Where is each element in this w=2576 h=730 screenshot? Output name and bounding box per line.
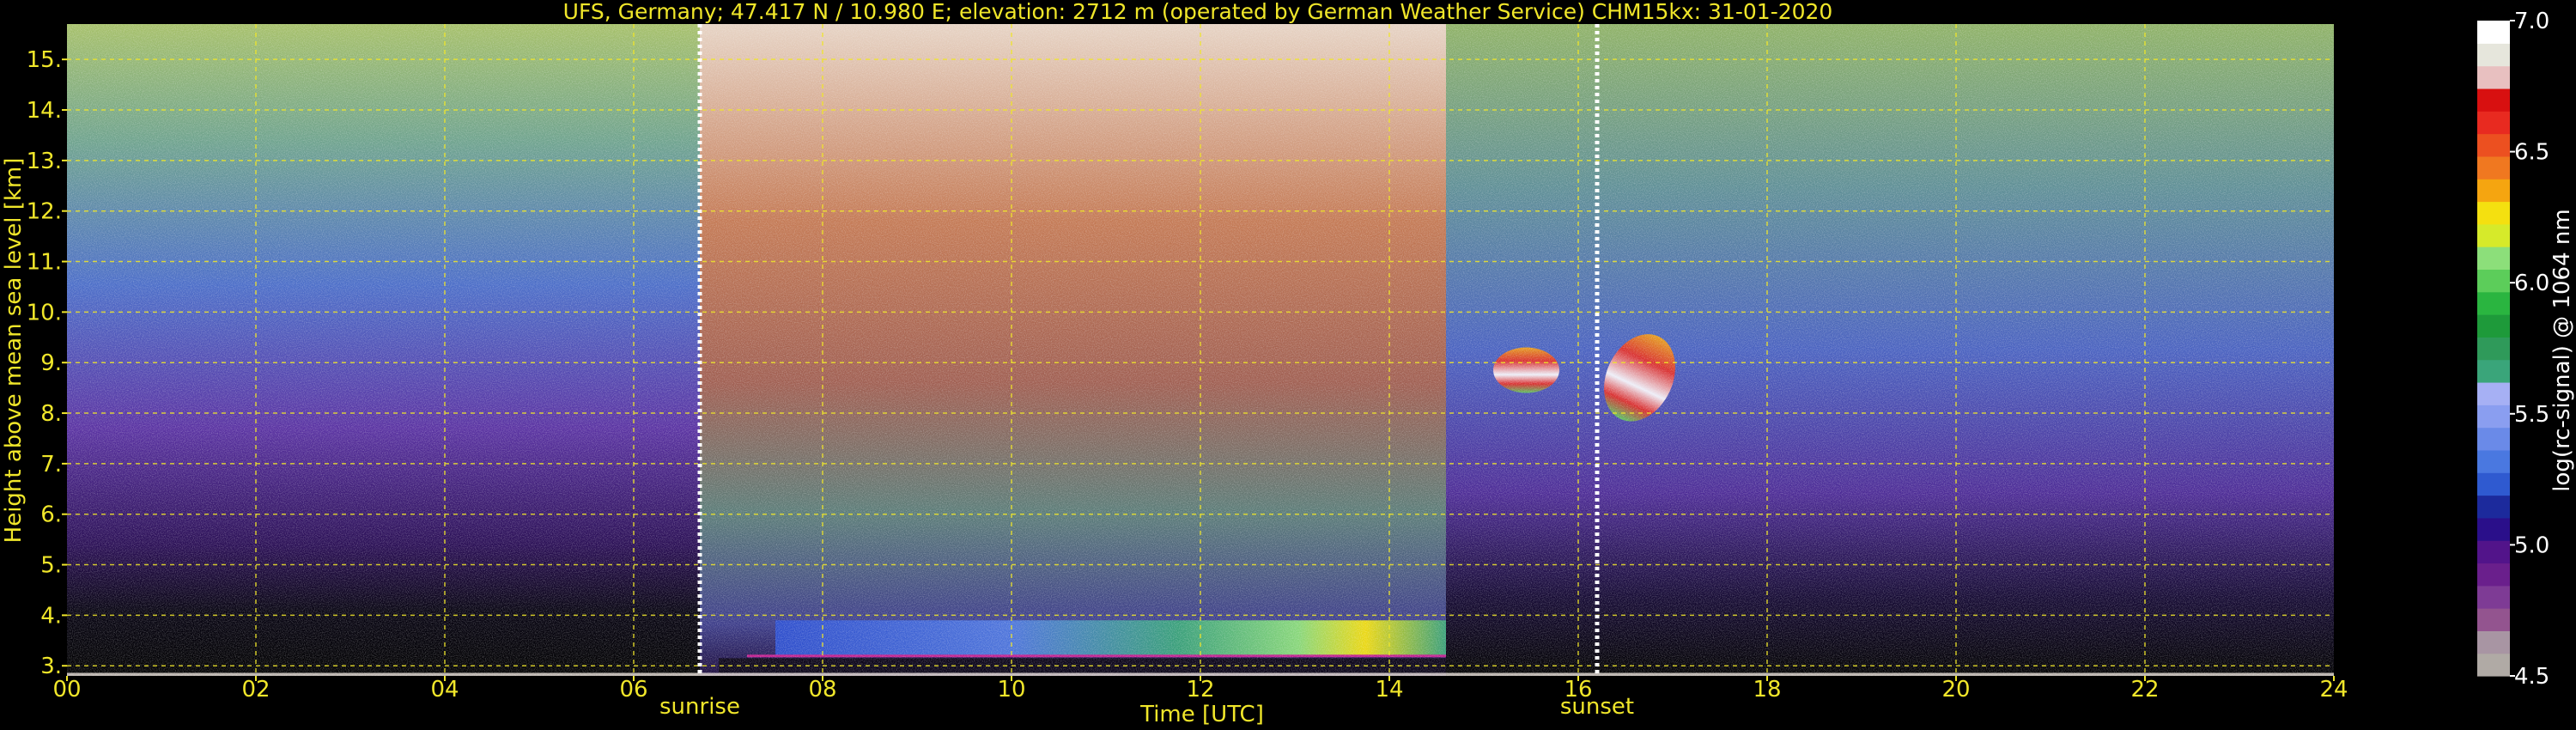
colorbar-segment bbox=[2477, 269, 2510, 293]
colorbar-segment bbox=[2477, 291, 2510, 315]
y-tick-label: 8. bbox=[40, 401, 62, 427]
x-tick-label: 02 bbox=[241, 677, 270, 703]
x-tick-label: 22 bbox=[2130, 677, 2159, 703]
colorbar-segment bbox=[2477, 43, 2510, 67]
y-tick-label: 14. bbox=[27, 98, 62, 124]
colorbar-segment bbox=[2477, 314, 2510, 338]
x-tick-label: 20 bbox=[1941, 677, 1970, 703]
x-tick-label: 08 bbox=[808, 677, 836, 703]
colorbar-tick-label: 4.5 bbox=[2514, 664, 2549, 690]
colorbar-label: log(rc-signal) @ 1064 nm bbox=[2549, 209, 2575, 491]
y-tick-label: 15. bbox=[27, 47, 62, 73]
x-tick-label: 12 bbox=[1186, 677, 1214, 703]
x-tick-label: 00 bbox=[52, 677, 81, 703]
colorbar-segment bbox=[2477, 427, 2510, 451]
sunrise-label: sunrise bbox=[659, 694, 740, 720]
colorbar-segment bbox=[2477, 449, 2510, 473]
y-axis: 3. 4. 5. 6. 7. 8. 9. 10. 11. 12. 13. 14. 15. bbox=[27, 47, 67, 679]
y-tick-label: 3. bbox=[40, 654, 62, 679]
y-tick-label: 7. bbox=[40, 452, 62, 478]
y-tick-label: 10. bbox=[27, 300, 62, 325]
x-axis: 00 02 04 06 08 10 12 14 16 18 20 22 24 bbox=[52, 676, 2348, 703]
colorbar-tick-label: 6.5 bbox=[2514, 140, 2549, 166]
colorbar-segment bbox=[2477, 111, 2510, 135]
x-axis-label: Time [UTC] bbox=[1139, 702, 1264, 727]
colorbar-segment bbox=[2477, 21, 2510, 44]
colorbar-segment bbox=[2477, 359, 2510, 383]
y-tick-label: 12. bbox=[27, 199, 62, 225]
colorbar-segment bbox=[2477, 653, 2510, 677]
colorbar-tick-label: 6.0 bbox=[2514, 271, 2549, 296]
colorbar-segment bbox=[2477, 517, 2510, 541]
x-tick-label: 10 bbox=[997, 677, 1025, 703]
colorbar-segment bbox=[2477, 337, 2510, 361]
colorbar-segment bbox=[2477, 65, 2510, 89]
colorbar-segment bbox=[2477, 88, 2510, 112]
colorbar-segment bbox=[2477, 472, 2510, 496]
y-tick-label: 5. bbox=[40, 553, 62, 579]
colorbar-segment bbox=[2477, 223, 2510, 247]
x-tick-label: 04 bbox=[430, 677, 459, 703]
colorbar-segment bbox=[2477, 133, 2510, 157]
y-tick-label: 13. bbox=[27, 149, 62, 174]
colorbar-segment bbox=[2477, 201, 2510, 225]
y-tick-label: 11. bbox=[27, 250, 62, 276]
y-tick-label: 4. bbox=[40, 603, 62, 629]
colorbar-tick-label: 5.0 bbox=[2514, 532, 2549, 558]
colorbar-segment bbox=[2477, 246, 2510, 271]
colorbar-segment bbox=[2477, 179, 2510, 203]
colorbar-segment bbox=[2477, 495, 2510, 519]
chart-title: UFS, Germany; 47.417 N / 10.980 E; eleva… bbox=[563, 0, 1833, 24]
y-tick-label: 9. bbox=[40, 350, 62, 376]
x-tick-label: 06 bbox=[619, 677, 647, 703]
colorbar-segment bbox=[2477, 155, 2510, 179]
y-axis-label: Height above mean sea level [km] bbox=[1, 158, 27, 544]
colorbar-segment bbox=[2477, 540, 2510, 564]
colorbar-segment bbox=[2477, 608, 2510, 631]
colorbar-tick-label: 5.5 bbox=[2514, 402, 2549, 428]
colorbar-segment bbox=[2477, 585, 2510, 609]
x-tick-label: 24 bbox=[2319, 677, 2348, 703]
colorbar-segment bbox=[2477, 630, 2510, 654]
y-tick-label: 6. bbox=[40, 502, 62, 528]
x-tick-label: 16 bbox=[1564, 677, 1592, 703]
ceilometer-chart: sunrise sunset 00 02 04 06 08 10 12 14 16 18 20 22 24… bbox=[1, 0, 2575, 727]
colorbar-segment bbox=[2477, 563, 2510, 587]
colorbar-tick-label: 7.0 bbox=[2514, 9, 2549, 34]
colorbar-segment bbox=[2477, 405, 2510, 429]
colorbar-segment bbox=[2477, 381, 2510, 405]
x-tick-label: 18 bbox=[1753, 677, 1781, 703]
x-tick-label: 14 bbox=[1375, 677, 1403, 703]
colorbar: 4.5 5.0 5.5 6.0 6.5 7.0 bbox=[2477, 9, 2549, 690]
